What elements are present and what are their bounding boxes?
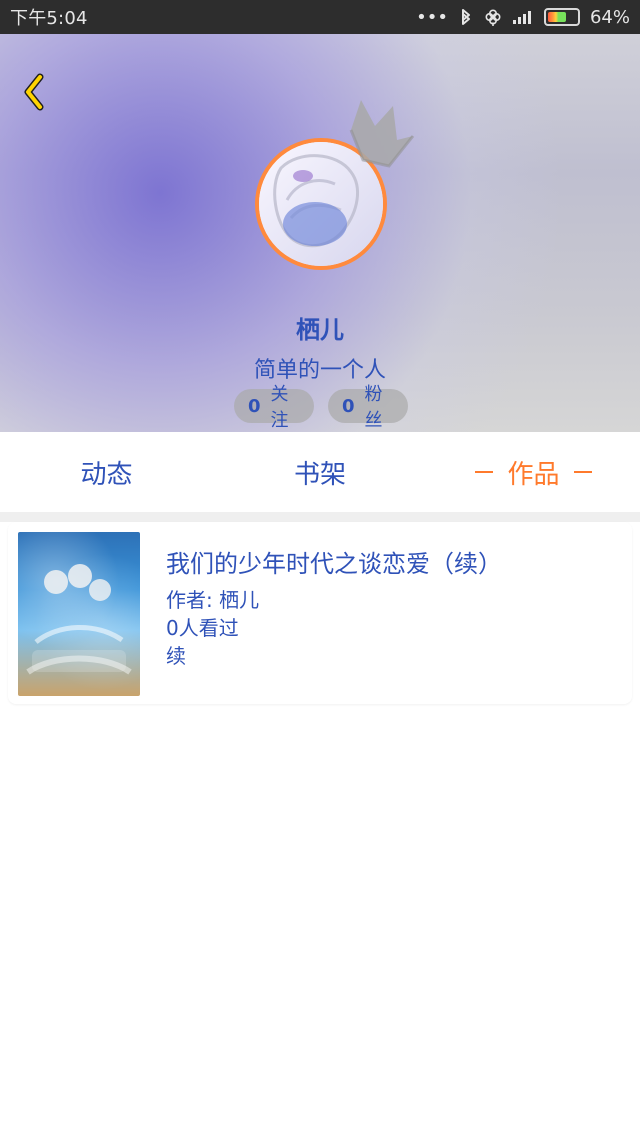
fans-label: 粉丝 [364,384,383,431]
chevron-left-icon [19,73,49,115]
tabs: 动态 书架 作品 [0,432,640,512]
work-cover-image [26,564,132,675]
work-card[interactable]: 我们的少年时代之谈恋爱（续） 作者: 栖儿 0人看过 续 [8,522,632,704]
battery [543,8,580,26]
content-divider [0,512,640,522]
tab-activity-label: 动态 [80,459,133,490]
follow-count: 0 [248,395,261,417]
fans-pill[interactable]: 0 粉丝 [328,384,408,431]
signal-icon [512,9,534,25]
work-cover[interactable] [18,532,140,696]
profile-header: 栖儿 简单的一个人 0 关注 0 粉丝 [0,34,640,432]
status-time: 下午5:04 [10,8,88,29]
clover-icon [484,8,502,26]
follow-pill[interactable]: 0 关注 [234,384,314,431]
work-author-label: 作者: [166,588,213,612]
bluetooth-icon [458,8,474,26]
status-icons: ••• 64% [416,7,630,28]
tab-works[interactable]: 作品 [427,432,640,512]
work-views: 0人看过 [166,616,239,640]
tab-activity[interactable]: 动态 [0,432,213,512]
work-author: 作者: 栖儿 [166,584,259,613]
follow-label: 关注 [270,384,289,431]
tab-bookshelf-label: 书架 [293,459,346,490]
avatar-wrap[interactable] [255,100,415,270]
battery-percent: 64% [589,6,630,28]
work-status: 续 [166,644,186,668]
back-button[interactable] [16,73,52,115]
profile-name: 栖儿 [296,316,344,344]
status-bar: 下午5:04 ••• 64% [0,0,640,34]
profile-bio: 简单的一个人 [253,358,386,383]
tab-works-dash-left [475,471,494,473]
work-title[interactable]: 我们的少年时代之谈恋爱（续） [166,544,620,579]
fans-count: 0 [342,395,355,417]
tab-works-label: 作品 [507,459,560,490]
tab-bookshelf[interactable]: 书架 [213,432,427,512]
more-dots-icon: ••• [416,6,448,28]
battery-icon [543,8,580,26]
battery-fill [547,12,566,22]
battery-cap [579,15,580,23]
crown-icon [341,96,417,170]
tab-works-dash-right [573,471,592,473]
work-author-name: 栖儿 [219,588,260,612]
